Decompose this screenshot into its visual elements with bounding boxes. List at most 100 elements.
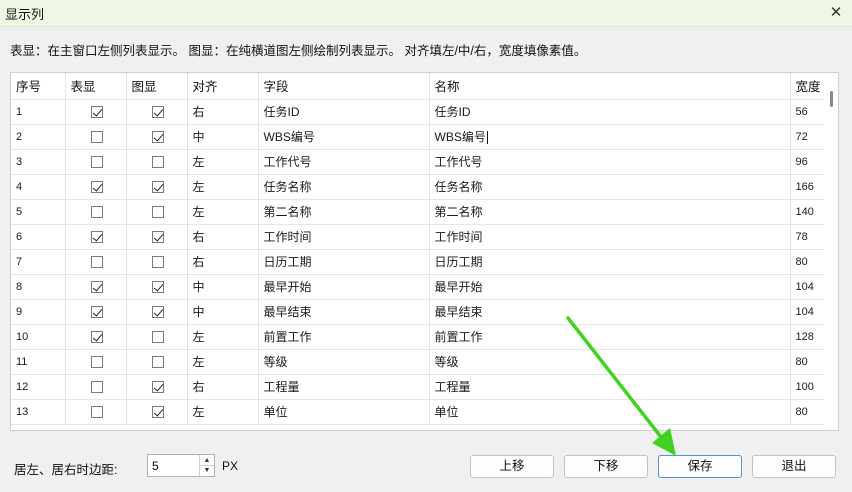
cell-width[interactable]: 80 <box>790 249 827 275</box>
cell-seq[interactable]: 12 <box>11 374 66 400</box>
cell-align[interactable]: 左 <box>187 199 259 225</box>
cell-name[interactable]: 前置工作 <box>429 324 791 350</box>
cell-seq[interactable]: 4 <box>11 174 66 200</box>
cell-align[interactable]: 右 <box>187 224 259 250</box>
close-icon[interactable]: ✕ <box>826 3 846 23</box>
table-show-checkbox[interactable] <box>90 106 103 119</box>
cell-field[interactable]: 最早结束 <box>258 299 430 325</box>
table-row[interactable]: 1 右 任务ID 任务ID 56 <box>11 99 827 125</box>
margin-spinner[interactable]: ▲ ▼ <box>147 454 215 477</box>
cell-seq[interactable]: 11 <box>11 349 66 375</box>
cell-name[interactable]: 等级 <box>429 349 791 375</box>
chart-show-checkbox[interactable] <box>151 306 164 319</box>
table-row[interactable]: 9 中 最早结束 最早结束 104 <box>11 299 827 325</box>
cell-align[interactable]: 右 <box>187 249 259 275</box>
cell-field[interactable]: 单位 <box>258 399 430 425</box>
table-row[interactable]: 4 左 任务名称 任务名称 166 <box>11 174 827 200</box>
save-button[interactable]: 保存 <box>658 455 742 478</box>
cell-name[interactable]: 第二名称 <box>429 199 791 225</box>
cell-seq[interactable]: 7 <box>11 249 66 275</box>
cell-name[interactable]: 工作时间 <box>429 224 791 250</box>
table-row[interactable]: 5 左 第二名称 第二名称 140 <box>11 199 827 225</box>
table-show-checkbox[interactable] <box>90 131 103 144</box>
move-down-button[interactable]: 下移 <box>564 455 648 478</box>
table-row[interactable]: 3 左 工作代号 工作代号 96 <box>11 149 827 175</box>
chart-show-checkbox[interactable] <box>151 206 164 219</box>
chart-show-checkbox[interactable] <box>151 406 164 419</box>
table-show-checkbox[interactable] <box>90 406 103 419</box>
cell-name[interactable]: WBS编号 <box>429 124 791 150</box>
cell-align[interactable]: 中 <box>187 274 259 300</box>
cell-field[interactable]: 工程量 <box>258 374 430 400</box>
table-show-checkbox[interactable] <box>90 331 103 344</box>
cell-name[interactable]: 工程量 <box>429 374 791 400</box>
cell-seq[interactable]: 13 <box>11 399 66 425</box>
cell-name[interactable]: 任务名称 <box>429 174 791 200</box>
cell-width[interactable]: 78 <box>790 224 827 250</box>
cell-field[interactable]: 任务ID <box>258 99 430 125</box>
table-row[interactable]: 7 右 日历工期 日历工期 80 <box>11 249 827 275</box>
table-row[interactable]: 11 左 等级 等级 80 <box>11 349 827 375</box>
cell-width[interactable]: 166 <box>790 174 827 200</box>
cell-seq[interactable]: 8 <box>11 274 66 300</box>
cell-field[interactable]: 任务名称 <box>258 174 430 200</box>
table-row[interactable]: 2 中 WBS编号 WBS编号 72 <box>11 124 827 150</box>
cell-field[interactable]: 工作代号 <box>258 149 430 175</box>
cell-field[interactable]: 工作时间 <box>258 224 430 250</box>
cell-width[interactable]: 72 <box>790 124 827 150</box>
table-show-checkbox[interactable] <box>90 206 103 219</box>
cell-width[interactable]: 56 <box>790 99 827 125</box>
cell-align[interactable]: 左 <box>187 349 259 375</box>
cell-seq[interactable]: 2 <box>11 124 66 150</box>
cell-name[interactable]: 最早开始 <box>429 274 791 300</box>
cell-width[interactable]: 128 <box>790 324 827 350</box>
chart-show-checkbox[interactable] <box>151 131 164 144</box>
cell-seq[interactable]: 1 <box>11 99 66 125</box>
move-up-button[interactable]: 上移 <box>470 455 554 478</box>
cell-align[interactable]: 中 <box>187 299 259 325</box>
cell-name[interactable]: 工作代号 <box>429 149 791 175</box>
cell-align[interactable]: 左 <box>187 324 259 350</box>
cell-align[interactable]: 右 <box>187 374 259 400</box>
chart-show-checkbox[interactable] <box>151 231 164 244</box>
scrollbar-thumb[interactable] <box>830 91 833 107</box>
vertical-scrollbar[interactable] <box>824 73 838 430</box>
cell-name[interactable]: 最早结束 <box>429 299 791 325</box>
table-show-checkbox[interactable] <box>90 306 103 319</box>
cell-field[interactable]: 前置工作 <box>258 324 430 350</box>
chart-show-checkbox[interactable] <box>151 156 164 169</box>
chart-show-checkbox[interactable] <box>151 106 164 119</box>
table-show-checkbox[interactable] <box>90 256 103 269</box>
cell-width[interactable]: 104 <box>790 274 827 300</box>
cell-seq[interactable]: 3 <box>11 149 66 175</box>
cell-name[interactable]: 任务ID <box>429 99 791 125</box>
chart-show-checkbox[interactable] <box>151 281 164 294</box>
cell-field[interactable]: WBS编号 <box>258 124 430 150</box>
cell-align[interactable]: 左 <box>187 399 259 425</box>
cell-align[interactable]: 左 <box>187 149 259 175</box>
cell-field[interactable]: 第二名称 <box>258 199 430 225</box>
table-show-checkbox[interactable] <box>90 231 103 244</box>
table-row[interactable]: 8 中 最早开始 最早开始 104 <box>11 274 827 300</box>
table-show-checkbox[interactable] <box>90 381 103 394</box>
table-row[interactable]: 6 右 工作时间 工作时间 78 <box>11 224 827 250</box>
table-show-checkbox[interactable] <box>90 156 103 169</box>
cell-width[interactable]: 100 <box>790 374 827 400</box>
cell-seq[interactable]: 9 <box>11 299 66 325</box>
table-row[interactable]: 13 左 单位 单位 80 <box>11 399 827 425</box>
cell-width[interactable]: 140 <box>790 199 827 225</box>
cell-seq[interactable]: 6 <box>11 224 66 250</box>
cell-seq[interactable]: 10 <box>11 324 66 350</box>
triangle-down-icon[interactable]: ▼ <box>199 465 214 476</box>
cell-width[interactable]: 80 <box>790 399 827 425</box>
table-show-checkbox[interactable] <box>90 281 103 294</box>
chart-show-checkbox[interactable] <box>151 381 164 394</box>
chart-show-checkbox[interactable] <box>151 356 164 369</box>
table-show-checkbox[interactable] <box>90 356 103 369</box>
cell-seq[interactable]: 5 <box>11 199 66 225</box>
table-row[interactable]: 12 右 工程量 工程量 100 <box>11 374 827 400</box>
cell-name[interactable]: 日历工期 <box>429 249 791 275</box>
exit-button[interactable]: 退出 <box>752 455 836 478</box>
cell-align[interactable]: 左 <box>187 174 259 200</box>
cell-width[interactable]: 96 <box>790 149 827 175</box>
